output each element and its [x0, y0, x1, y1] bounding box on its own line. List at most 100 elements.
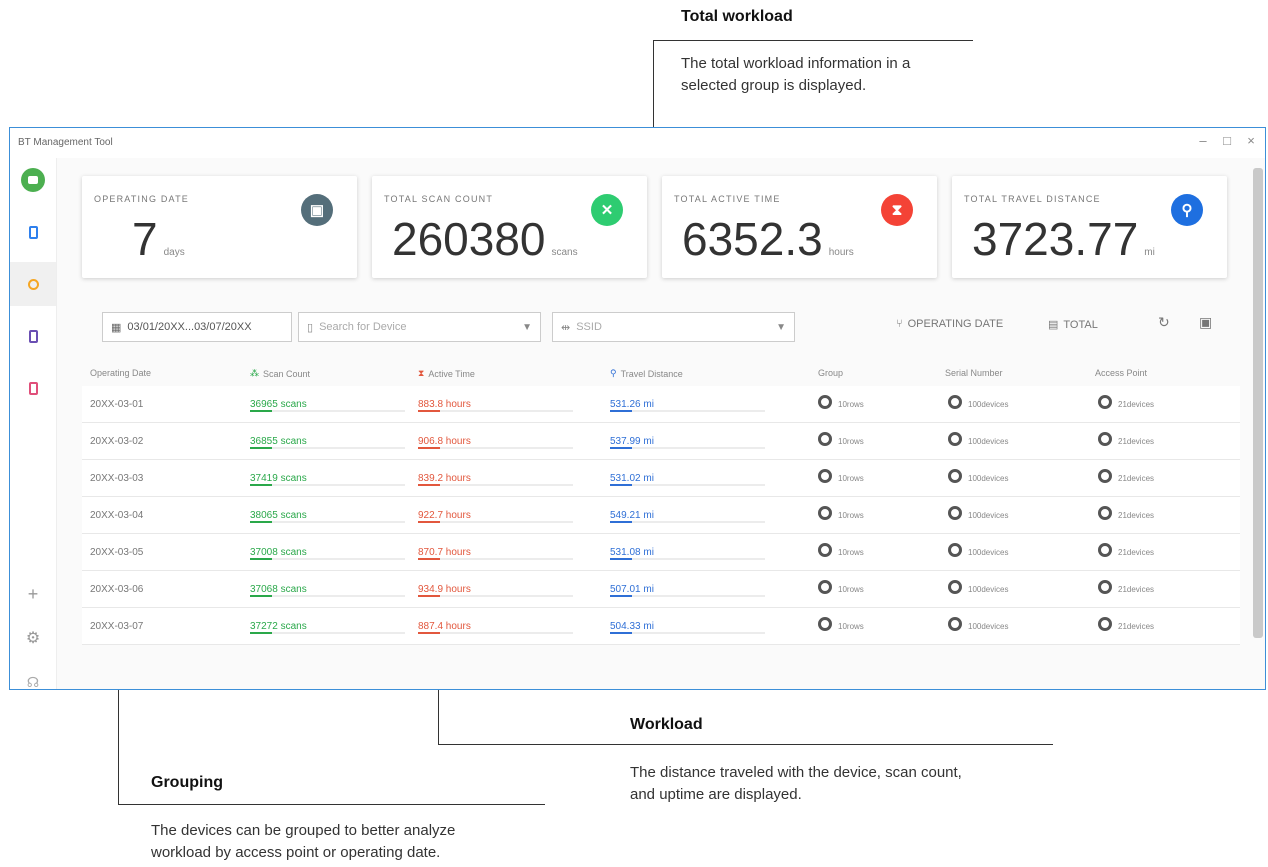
cell-travel-distance: 531.08 mi: [610, 547, 654, 558]
cell-travel-distance: 531.26 mi: [610, 399, 654, 410]
device-icon: [28, 225, 38, 239]
app-window: BT Management Tool – □ × + ⚙ ☊ OPERATING…: [9, 127, 1266, 690]
refresh-icon: ↻: [1158, 314, 1170, 330]
vertical-scrollbar[interactable]: [1253, 168, 1263, 638]
table-row[interactable]: 20XX-03-03 37419 scans 839.2 hours 531.02 m…: [82, 460, 1240, 497]
serial-ring-icon[interactable]: [948, 432, 962, 446]
total-button[interactable]: ▤ TOTAL: [1048, 318, 1098, 332]
app-logo: [10, 158, 56, 202]
travel-distance-bar-fill: [610, 595, 632, 597]
sidebar-item-settings[interactable]: ⚙: [10, 616, 56, 660]
title-bar: BT Management Tool – □ ×: [10, 128, 1265, 158]
device-search-select[interactable]: ▯ Search for Device ▼: [298, 312, 541, 342]
sidebar-item-battery[interactable]: [10, 314, 56, 358]
sidebar-item-add[interactable]: +: [10, 572, 56, 616]
header-scan-count[interactable]: ⁂ Scan Count: [250, 368, 310, 379]
serial-ring-icon[interactable]: [948, 395, 962, 409]
group-ring-icon[interactable]: [818, 543, 832, 557]
cell-active-time: 870.7 hours: [418, 547, 471, 558]
cell-active-time: 839.2 hours: [418, 473, 471, 484]
serial-ring-icon[interactable]: [948, 617, 962, 631]
group-operating-date-button[interactable]: ⑂ OPERATING DATE: [896, 318, 1003, 330]
cell-group: 10rows: [838, 511, 864, 520]
access-point-ring-icon[interactable]: [1098, 432, 1112, 446]
cell-travel-distance: 537.99 mi: [610, 436, 654, 447]
access-point-ring-icon[interactable]: [1098, 395, 1112, 409]
cell-operating-date: 20XX-03-06: [90, 584, 144, 595]
sidebar-item-workload[interactable]: [10, 262, 56, 306]
scan-count-bar: [250, 558, 405, 560]
group-ring-icon[interactable]: [818, 580, 832, 594]
active-time-bar: [418, 632, 573, 634]
sidebar-item-alerts[interactable]: [10, 366, 56, 410]
logo-icon: [21, 168, 45, 192]
calendar-icon: ▣: [301, 194, 333, 226]
access-point-ring-icon[interactable]: [1098, 617, 1112, 631]
grouping-leader: [118, 680, 119, 805]
cell-scan-count: 37008 scans: [250, 547, 307, 558]
sidebar: + ⚙ ☊: [10, 158, 57, 689]
access-point-ring-icon[interactable]: [1098, 506, 1112, 520]
header-serial-number[interactable]: Serial Number: [945, 368, 1003, 378]
table-row[interactable]: 20XX-03-06 37068 scans 934.9 hours 507.01 m…: [82, 571, 1240, 608]
workload-title: Workload: [630, 716, 703, 733]
header-access-point[interactable]: Access Point: [1095, 368, 1147, 378]
cell-serial-number: 100devices: [968, 511, 1009, 520]
header-travel-distance[interactable]: ⚲ Travel Distance: [610, 368, 683, 379]
device-search-placeholder: Search for Device: [319, 321, 407, 333]
group-ring-icon[interactable]: [818, 432, 832, 446]
group-ring-icon[interactable]: [818, 469, 832, 483]
active-time-bar: [418, 410, 573, 412]
total-button-label: TOTAL: [1063, 318, 1098, 331]
maximize-button[interactable]: □: [1217, 133, 1237, 148]
header-group[interactable]: Group: [818, 368, 843, 378]
sidebar-item-devices[interactable]: [10, 210, 56, 254]
group-ring-icon[interactable]: [818, 617, 832, 631]
chevron-down-icon: ▼: [522, 321, 532, 333]
card-operating-date: OPERATING DATE 7 days ▣: [82, 176, 357, 278]
scan-count-bar-fill: [250, 595, 272, 597]
cell-scan-count: 36965 scans: [250, 399, 307, 410]
card-value: 3723.77 mi: [972, 213, 1155, 265]
group-ring-icon[interactable]: [818, 395, 832, 409]
ssid-select[interactable]: ⇹ SSID ▼: [552, 312, 795, 342]
active-time-bar: [418, 558, 573, 560]
table-row[interactable]: 20XX-03-04 38065 scans 922.7 hours 549.21 m…: [82, 497, 1240, 534]
active-time-bar-fill: [418, 484, 440, 486]
table-row[interactable]: 20XX-03-02 36855 scans 906.8 hours 537.99 m…: [82, 423, 1240, 460]
cell-travel-distance: 531.02 mi: [610, 473, 654, 484]
travel-distance-bar: [610, 410, 765, 412]
card-total-scan-count: TOTAL SCAN COUNT 260380 scans ✕: [372, 176, 647, 278]
active-time-bar-fill: [418, 521, 440, 523]
access-point-ring-icon[interactable]: [1098, 543, 1112, 557]
total-workload-text: The total workload information in a sele…: [681, 55, 911, 94]
workload-rule: [438, 744, 1053, 745]
cell-operating-date: 20XX-03-02: [90, 436, 144, 447]
window-title: BT Management Tool: [18, 137, 113, 148]
refresh-button[interactable]: ↻: [1158, 314, 1170, 331]
table-row[interactable]: 20XX-03-01 36965 scans 883.8 hours 531.26 m…: [82, 386, 1240, 423]
save-button[interactable]: ▣: [1199, 314, 1212, 331]
access-point-ring-icon[interactable]: [1098, 469, 1112, 483]
access-point-ring-icon[interactable]: [1098, 580, 1112, 594]
serial-ring-icon[interactable]: [948, 506, 962, 520]
serial-ring-icon[interactable]: [948, 580, 962, 594]
date-range-picker[interactable]: ▦ 03/01/20XX...03/07/20XX: [102, 312, 292, 342]
grouping-title: Grouping: [151, 774, 223, 791]
hourglass-icon: ⧗: [418, 368, 425, 378]
cell-scan-count: 36855 scans: [250, 436, 307, 447]
serial-ring-icon[interactable]: [948, 543, 962, 557]
minimize-button[interactable]: –: [1193, 133, 1213, 148]
serial-ring-icon[interactable]: [948, 469, 962, 483]
header-operating-date[interactable]: Operating Date: [90, 368, 151, 378]
group-ring-icon[interactable]: [818, 506, 832, 520]
header-active-time[interactable]: ⧗ Active Time: [418, 368, 475, 379]
table-row[interactable]: 20XX-03-05 37008 scans 870.7 hours 531.08 m…: [82, 534, 1240, 571]
workload-text: The distance traveled with the device, s…: [630, 764, 962, 803]
total-workload-title: Total workload: [681, 8, 793, 25]
table-row[interactable]: 20XX-03-07 37272 scans 887.4 hours 504.33 m…: [82, 608, 1240, 645]
cell-active-time: 906.8 hours: [418, 436, 471, 447]
close-button[interactable]: ×: [1241, 133, 1261, 148]
cell-active-time: 934.9 hours: [418, 584, 471, 595]
sidebar-item-help[interactable]: ☊: [10, 660, 56, 690]
